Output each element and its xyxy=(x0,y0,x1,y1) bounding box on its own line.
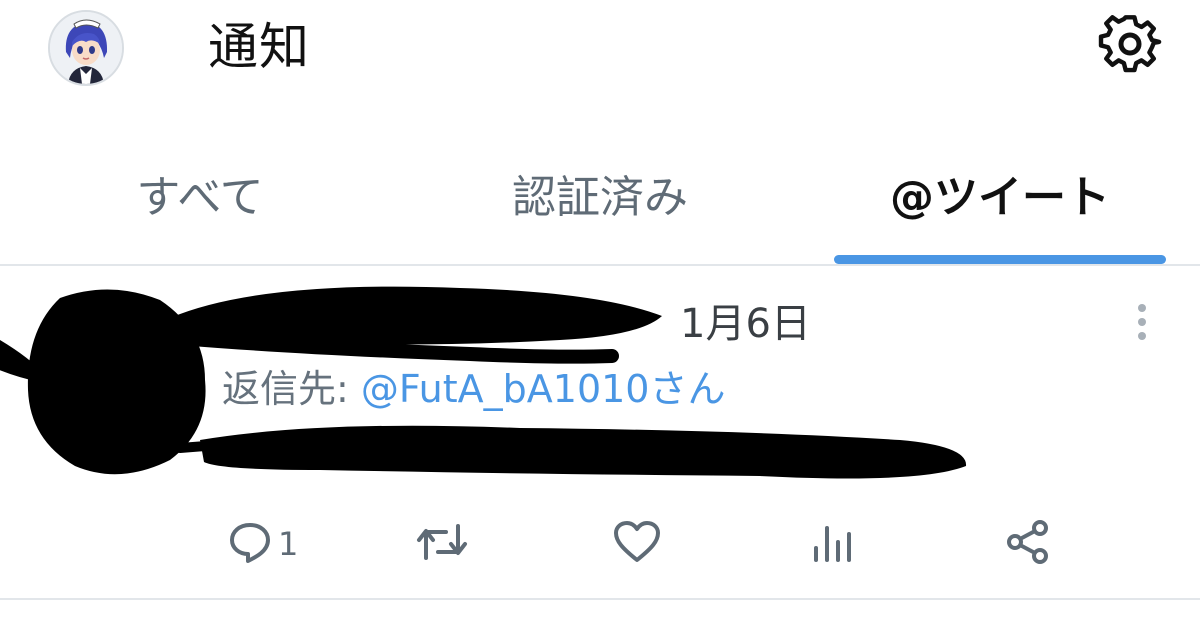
like-icon xyxy=(614,521,660,562)
retweet-button[interactable] xyxy=(416,518,468,568)
reply-to: 返信先: @FutA_bA1010さん xyxy=(222,362,725,416)
share-button[interactable] xyxy=(1004,518,1052,568)
like-button[interactable] xyxy=(612,518,662,568)
analytics-button[interactable] xyxy=(810,518,854,568)
tab-mentions[interactable]: @ツイート xyxy=(830,158,1170,264)
avatar-icon xyxy=(50,12,122,84)
avatar[interactable] xyxy=(48,10,124,86)
tabs-divider xyxy=(0,264,1200,266)
reply-count: 1 xyxy=(278,525,299,563)
notifications-screen: 通知 すべて 認証済み @ツイート 1月6日 返信先: @FutA_bA1010… xyxy=(0,0,1200,622)
active-tab-indicator xyxy=(834,255,1166,264)
more-options-button[interactable] xyxy=(1122,298,1162,346)
share-icon xyxy=(1007,520,1048,564)
tweet-divider xyxy=(0,598,1200,600)
tweet-date: 1月6日 xyxy=(680,301,811,347)
page-title: 通知 xyxy=(208,18,310,76)
tab-verified[interactable]: 認証済み xyxy=(430,158,770,264)
retweet-icon xyxy=(417,524,467,560)
tab-all[interactable]: すべて xyxy=(70,158,330,264)
more-vertical-icon xyxy=(1138,304,1146,340)
gear-icon xyxy=(1098,15,1162,73)
reply-icon xyxy=(230,523,270,563)
reply-button[interactable] xyxy=(226,518,274,568)
analytics-icon xyxy=(814,526,851,562)
reply-to-prefix: 返信先: xyxy=(222,367,361,411)
settings-button[interactable] xyxy=(1097,14,1163,80)
reply-to-handle[interactable]: @FutA_bA1010さん xyxy=(361,367,726,411)
notification-tabs: すべて 認証済み @ツイート xyxy=(0,158,1200,264)
